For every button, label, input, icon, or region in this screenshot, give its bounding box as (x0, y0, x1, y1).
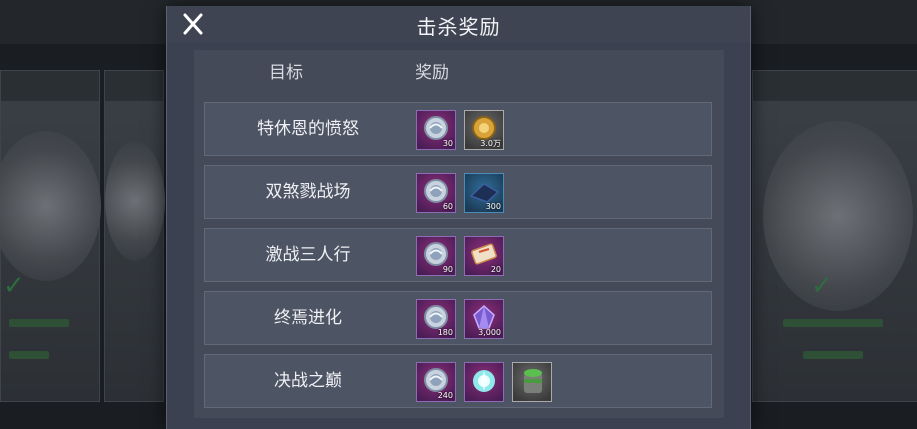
reward-item[interactable]: 60 (416, 173, 456, 213)
reward-amount: 30 (442, 139, 453, 148)
background-card-left: ✓ (0, 70, 101, 402)
reward-amount: 240 (437, 391, 453, 400)
reward-item[interactable]: 30 (416, 110, 456, 150)
reward-item[interactable]: 3.0万 (464, 110, 504, 150)
row-target-name: 特休恩的愤怒 (257, 119, 359, 139)
row-target-name: 激战三人行 (265, 245, 351, 265)
reward-amount: 60 (442, 202, 453, 211)
check-icon: ✓ (3, 271, 25, 301)
background-card-right: ✓ (752, 70, 917, 402)
reward-amount: 3,000 (478, 328, 501, 337)
reward-amount: 3.0万 (480, 139, 501, 148)
reward-row: 激战三人行 90 20 (204, 228, 712, 282)
dialog-title: 击杀奖励 (416, 15, 501, 39)
reward-item[interactable] (464, 362, 504, 402)
reward-item[interactable]: 90 (416, 236, 456, 276)
reward-item[interactable]: 240 (416, 362, 456, 402)
dialog-header: 击杀奖励 (167, 6, 750, 42)
kill-reward-dialog: 击杀奖励 目标 奖励 特休恩的愤怒 30 3.0万双煞戮战场 60 300 激战三人行 90… (166, 6, 751, 429)
reward-amount: 180 (437, 328, 453, 337)
reward-item[interactable]: 3,000 (464, 299, 504, 339)
row-target-name: 决战之巅 (274, 371, 342, 391)
row-target-name: 终焉进化 (274, 308, 342, 328)
reward-amount: 20 (490, 265, 501, 274)
reward-row: 决战之巅 240 (204, 354, 712, 408)
reward-item[interactable]: 20 (464, 236, 504, 276)
background-card-left-2 (104, 70, 165, 402)
reward-item[interactable]: 180 (416, 299, 456, 339)
reward-row: 终焉进化 180 3,000 (204, 291, 712, 345)
check-icon: ✓ (811, 271, 833, 301)
reward-item[interactable]: 300 (464, 173, 504, 213)
column-header-reward: 奖励 (415, 63, 449, 83)
row-target-name: 双煞戮战场 (265, 182, 351, 202)
reward-amount: 300 (485, 202, 501, 211)
reward-item[interactable] (512, 362, 552, 402)
reward-table: 目标 奖励 特休恩的愤怒 30 3.0万双煞戮战场 60 300 激战三人行 90 20 终焉进… (194, 50, 724, 418)
reward-row: 双煞戮战场 60 300 (204, 165, 712, 219)
reward-amount: 90 (442, 265, 453, 274)
column-header-target: 目标 (269, 63, 303, 83)
reward-row: 特休恩的愤怒 30 3.0万 (204, 102, 712, 156)
